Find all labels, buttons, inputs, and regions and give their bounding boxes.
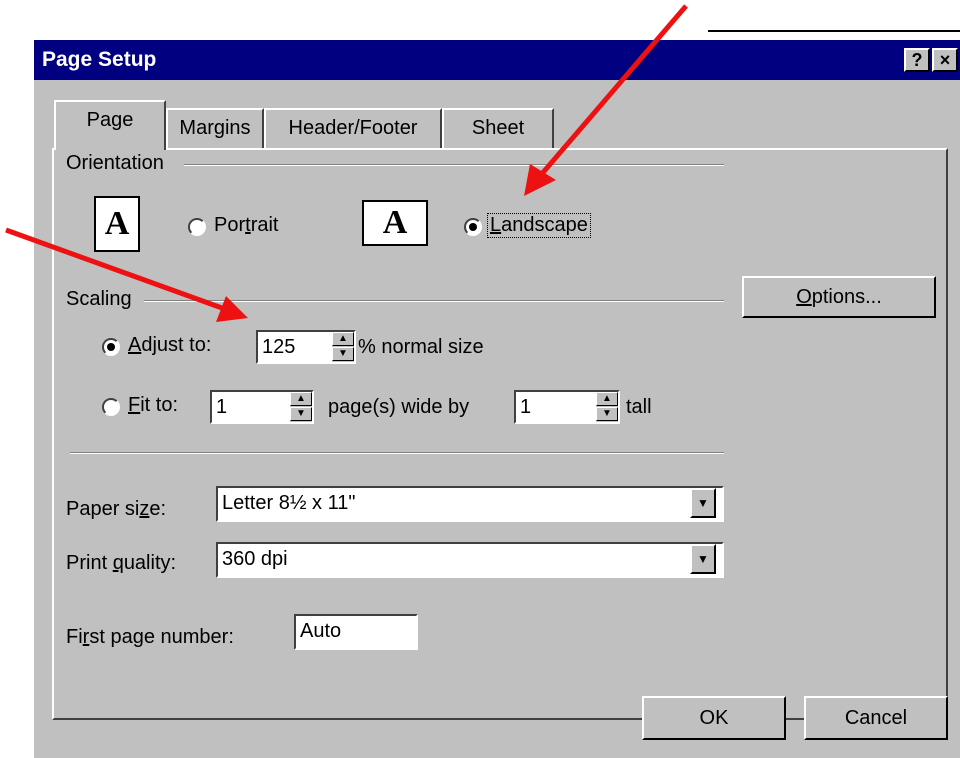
arrow-to-adjust-value-icon [5, 227, 248, 322]
arrow-to-landscape-icon [524, 4, 688, 196]
tab-label: Page [86, 109, 134, 131]
tab-page[interactable]: Page [54, 100, 166, 150]
